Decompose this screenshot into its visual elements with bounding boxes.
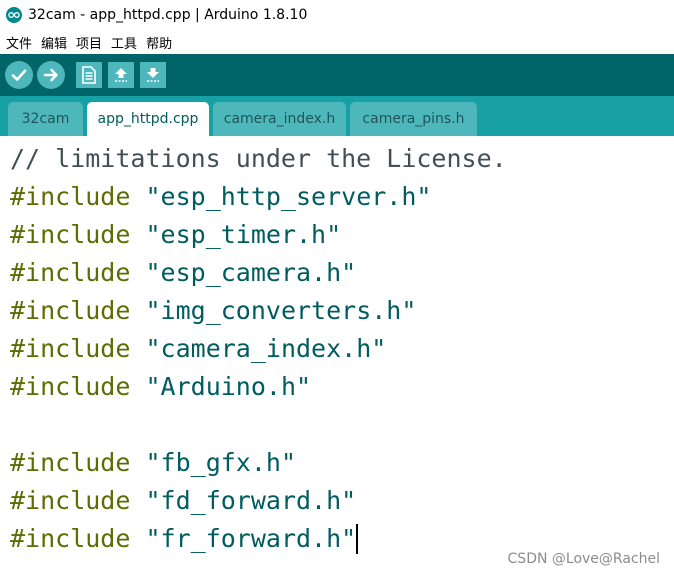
code-line: // limitations under the License.	[10, 144, 507, 174]
verify-button[interactable]	[5, 61, 33, 89]
menu-file[interactable]: 文件	[2, 33, 36, 52]
save-button[interactable]	[140, 62, 166, 88]
new-button[interactable]	[76, 62, 102, 88]
include-file: "esp_timer.h"	[145, 220, 342, 249]
menu-edit[interactable]: 编辑	[37, 33, 71, 52]
include-directive: #include	[10, 448, 131, 477]
code-line: #include "fr_forward.h"	[10, 524, 359, 554]
include-file: "esp_http_server.h"	[145, 182, 432, 211]
tab-app-httpd-cpp[interactable]: app_httpd.cpp	[87, 102, 209, 136]
tab-32cam[interactable]: 32cam	[8, 102, 83, 136]
include-directive: #include	[10, 486, 131, 515]
include-directive: #include	[10, 372, 131, 401]
code-line: #include "esp_camera.h"	[10, 258, 356, 288]
code-line: #include "fb_gfx.h"	[10, 448, 296, 478]
tab-camera-index-h[interactable]: camera_index.h	[213, 102, 346, 136]
menu-help[interactable]: 帮助	[142, 33, 176, 52]
tab-camera-pins-h[interactable]: camera_pins.h	[350, 102, 477, 136]
code-line: #include "camera_index.h"	[10, 334, 386, 364]
code-line: #include "Arduino.h"	[10, 372, 311, 402]
include-file: "camera_index.h"	[145, 334, 387, 363]
new-icon	[82, 66, 96, 84]
watermark: CSDN @Love@Rachel	[507, 551, 660, 567]
include-directive: #include	[10, 296, 131, 325]
menu-tools[interactable]: 工具	[107, 33, 141, 52]
include-directive: #include	[10, 258, 131, 287]
text-cursor	[356, 524, 359, 554]
window-title: 32cam - app_httpd.cpp | Arduino 1.8.10	[28, 7, 308, 23]
code-editor[interactable]: // limitations under the License. #inclu…	[0, 136, 674, 575]
code-line: #include "esp_http_server.h"	[10, 182, 431, 212]
open-icon	[115, 68, 127, 82]
title-bar: 32cam - app_httpd.cpp | Arduino 1.8.10	[0, 0, 674, 30]
menu-bar: 文件 编辑 项目 工具 帮助	[0, 30, 674, 54]
include-file: "Arduino.h"	[145, 372, 312, 401]
code-comment: // limitations under the License.	[10, 144, 507, 173]
menu-sketch[interactable]: 项目	[72, 33, 106, 52]
code-line: #include "fd_forward.h"	[10, 486, 356, 516]
upload-button[interactable]	[37, 61, 65, 89]
save-icon	[147, 68, 159, 82]
code-line: #include "esp_timer.h"	[10, 220, 341, 250]
upload-icon	[43, 68, 58, 82]
tab-bar: 32cam app_httpd.cpp camera_index.h camer…	[0, 96, 674, 136]
arduino-logo-icon	[6, 7, 22, 23]
include-file: "fd_forward.h"	[145, 486, 357, 515]
include-file: "img_converters.h"	[145, 296, 417, 325]
include-directive: #include	[10, 182, 131, 211]
include-file: "esp_camera.h"	[145, 258, 357, 287]
toolbar	[0, 54, 674, 96]
include-directive: #include	[10, 524, 131, 553]
code-line: #include "img_converters.h"	[10, 296, 416, 326]
verify-icon	[11, 69, 27, 81]
include-directive: #include	[10, 220, 131, 249]
open-button[interactable]	[108, 62, 134, 88]
include-directive: #include	[10, 334, 131, 363]
include-file: "fb_gfx.h"	[145, 448, 296, 477]
include-file: "fr_forward.h"	[145, 524, 357, 553]
